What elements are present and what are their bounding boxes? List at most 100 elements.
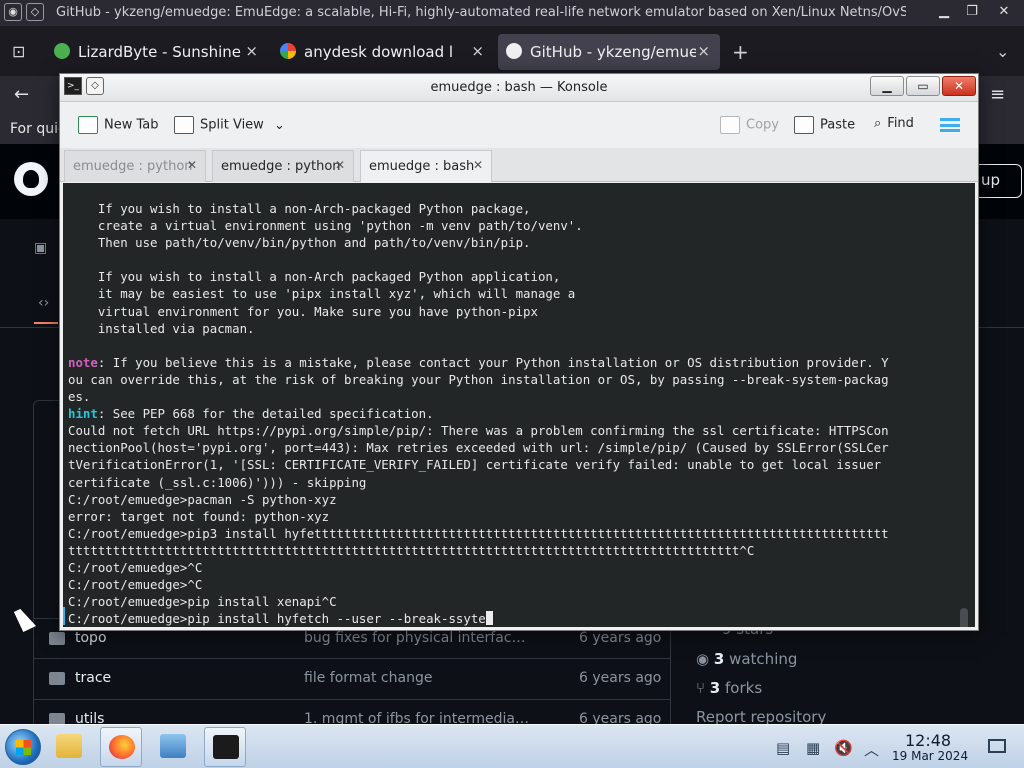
code-tab-underline: [34, 322, 58, 324]
system-settings-taskbar-button[interactable]: [152, 727, 194, 767]
fork-icon: ⑂: [696, 679, 706, 697]
terminal-line: C:/root/emuedge>pip install xenapi^C: [68, 594, 337, 610]
firefox-tab-bar: ⊡ LizardByte - Sunshine × anydesk downlo…: [0, 26, 1024, 76]
chevron-down-icon: ⌄: [273, 117, 285, 133]
chevron-down-icon[interactable]: ⌄: [996, 42, 1009, 61]
github-logo-icon[interactable]: [14, 162, 48, 196]
paste-label: Paste: [820, 117, 856, 133]
minimize-button[interactable]: ▁: [930, 2, 958, 22]
file-manager-taskbar-button[interactable]: [48, 727, 90, 767]
file-name[interactable]: trace: [75, 670, 111, 686]
tab-close-icon[interactable]: ✕: [335, 158, 345, 172]
tab-close-icon[interactable]: ✕: [473, 158, 483, 172]
clock-date[interactable]: 19 Mar 2024: [892, 749, 968, 763]
new-tab-icon: [78, 116, 98, 134]
tab-close-icon[interactable]: ×: [697, 42, 710, 60]
search-icon: ⌕: [874, 116, 882, 131]
tab-label: emuedge : python: [73, 159, 193, 174]
konsole-tab-bar: emuedge : python ✕ emuedge : python ✕ emue…: [60, 148, 978, 182]
terminal-line: it may be easiest to use 'pipx install x…: [68, 286, 576, 302]
github-favicon-icon: [506, 43, 522, 59]
tab-close-icon[interactable]: ×: [471, 42, 484, 60]
watching-label: watching: [729, 650, 798, 668]
tab-lizardbyte[interactable]: LizardByte - Sunshine ×: [46, 34, 268, 70]
firefox-title-bar: ◉ ◇ GitHub - ykzeng/emuedge: EmuEdge: a …: [0, 0, 1024, 26]
tab-label: anydesk download linux: [304, 43, 454, 61]
tab-close-icon[interactable]: ✕: [187, 158, 197, 172]
terminal-line: If you wish to install a non-Arch packag…: [68, 269, 561, 285]
split-view-label: Split View: [200, 117, 264, 133]
repo-icon: ▣: [34, 240, 48, 256]
firefox-taskbar-button[interactable]: [100, 727, 142, 767]
pin-icon[interactable]: ◇: [26, 3, 44, 21]
konsole-window-title: emuedge : bash — Konsole: [430, 80, 608, 95]
file-row-trace[interactable]: trace file format change 6 years ago: [33, 658, 671, 699]
show-desktop-button[interactable]: [988, 739, 1006, 753]
volume-muted-icon[interactable]: 🔇: [834, 739, 853, 757]
tab-github[interactable]: GitHub - ykzeng/emuedg ×: [498, 34, 720, 70]
signup-button[interactable]: up: [974, 164, 1022, 198]
terminal-line: C:/root/emuedge>pip3 install hyfettttttt…: [68, 525, 889, 541]
tab-bash[interactable]: emuedge : bash ✕: [360, 150, 492, 182]
maximize-button[interactable]: ❐: [958, 2, 986, 22]
watching-link[interactable]: ◉ 3 watching: [696, 650, 797, 668]
chevron-up-icon[interactable]: ︿: [864, 739, 879, 760]
terminal-line: C:/root/emuedge>^C: [68, 577, 203, 593]
tab-list-icon[interactable]: ⊡: [12, 42, 25, 61]
tab-label: LizardByte - Sunshine: [78, 43, 242, 61]
minimize-button[interactable]: ▁: [870, 76, 904, 96]
terminal-line: note: If you believe this is a mistake, …: [68, 354, 889, 370]
clipboard-icon[interactable]: ▤: [776, 739, 790, 757]
storage-icon[interactable]: ▦: [806, 739, 820, 757]
forks-label: forks: [725, 679, 763, 697]
taskbar: ▤ ▦ 🔇 ︿ 12:48 19 Mar 2024: [0, 724, 1024, 768]
menu-icon[interactable]: ≡: [990, 84, 1005, 105]
commit-age: 6 years ago: [579, 630, 662, 646]
new-tab-button[interactable]: +: [732, 40, 749, 64]
tab-close-icon[interactable]: ×: [245, 42, 258, 60]
find-button[interactable]: ⌕ Find: [874, 116, 914, 131]
terminal-icon: [213, 735, 239, 759]
hamburger-menu-icon[interactable]: [940, 118, 960, 132]
maximize-button[interactable]: ▭: [906, 76, 940, 96]
eye-icon: ◉: [696, 650, 710, 668]
file-name[interactable]: topo: [75, 630, 107, 646]
terminal-line: nectionPool(host='pypi.org', port=443): …: [68, 440, 889, 456]
terminal-focus-marker: [63, 607, 65, 625]
terminal-line: Could not fetch URL https://pypi.org/sim…: [68, 423, 889, 439]
close-button[interactable]: ✕: [942, 76, 976, 96]
tab-anydesk[interactable]: anydesk download linux ×: [272, 34, 494, 70]
paste-button[interactable]: Paste: [794, 116, 855, 134]
start-button[interactable]: [5, 729, 41, 765]
terminal-scrollbar[interactable]: [960, 608, 968, 627]
terminal-line: certificate (_ssl.c:1006)'))) - skipping: [68, 474, 367, 490]
tab-python-2[interactable]: emuedge : python ✕: [212, 150, 354, 182]
lizard-favicon-icon: [54, 43, 70, 59]
close-button[interactable]: ✕: [990, 2, 1018, 22]
copy-label: Copy: [746, 117, 779, 133]
tab-label: emuedge : python: [221, 159, 341, 174]
copy-button[interactable]: Copy: [720, 116, 779, 134]
clock-time[interactable]: 12:48: [905, 731, 951, 750]
konsole-toolbar: New Tab Split View ⌄ Copy Paste ⌕ Find: [60, 102, 978, 148]
terminal-view[interactable]: If you wish to install a non-Arch-packag…: [63, 183, 975, 627]
terminal-line: error: target not found: python-xyz: [68, 508, 330, 524]
code-icon[interactable]: ‹›: [38, 295, 49, 311]
forks-link[interactable]: ⑂ 3 forks: [696, 679, 762, 697]
new-tab-button[interactable]: New Tab: [78, 116, 159, 134]
copy-icon: [720, 116, 740, 134]
konsole-taskbar-button[interactable]: [204, 727, 246, 767]
terminal-line: create a virtual environment using 'pyth…: [68, 218, 583, 234]
tab-python-1[interactable]: emuedge : python ✕: [64, 150, 206, 182]
split-view-button[interactable]: Split View ⌄: [174, 116, 285, 134]
firefox-icon[interactable]: ◉: [4, 3, 22, 21]
commit-message[interactable]: file format change: [304, 670, 534, 686]
paste-icon: [794, 116, 814, 134]
terminal-line: virtual environment for you. Make sure y…: [68, 303, 538, 319]
commit-message[interactable]: bug fixes for physical interface s...: [304, 630, 534, 646]
konsole-title-bar: >_ ◇ emuedge : bash — Konsole ▁ ▭ ✕: [60, 74, 978, 102]
konsole-window: >_ ◇ emuedge : bash — Konsole ▁ ▭ ✕ New …: [59, 73, 979, 631]
tab-label: emuedge : bash: [369, 159, 475, 174]
back-arrow-icon[interactable]: ←: [14, 84, 29, 105]
